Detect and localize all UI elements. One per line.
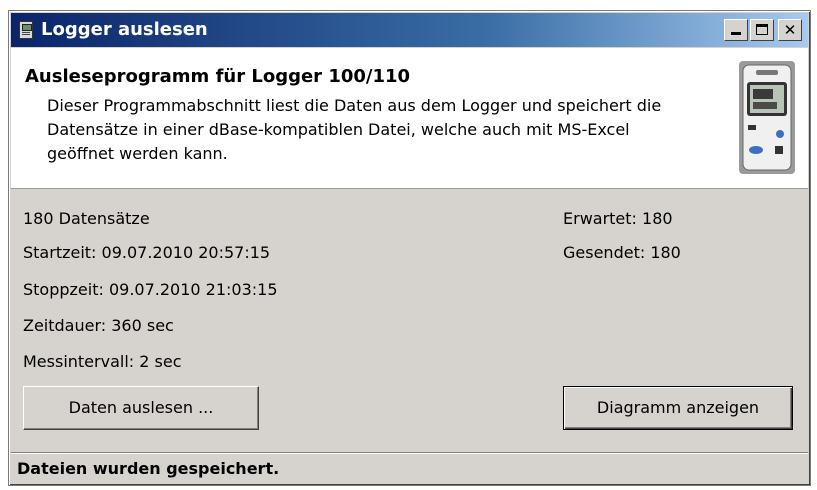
logger-device-icon [739, 61, 795, 174]
header-panel: Ausleseprogramm für Logger 100/110 Diese… [11, 48, 808, 189]
start-time: Startzeit: 09.07.2010 20:57:15 [23, 243, 271, 262]
records-count: 180 Datensätze [23, 209, 150, 228]
logger-dialog-window: Logger auslesen Ausleseprogramm für Logg… [8, 10, 811, 486]
title-bar[interactable]: Logger auslesen [11, 13, 808, 47]
duration: Zeitdauer: 360 sec [23, 316, 174, 335]
header-title: Ausleseprogramm für Logger 100/110 [25, 66, 411, 87]
maximize-icon[interactable] [750, 19, 774, 41]
window-controls [724, 19, 802, 41]
status-text: Dateien wurden gespeichert. [17, 459, 280, 478]
expected-count: Erwartet: 180 [563, 209, 673, 228]
logger-app-icon[interactable] [19, 21, 33, 39]
sent-count: Gesendet: 180 [563, 243, 681, 262]
close-icon[interactable] [778, 19, 802, 41]
read-data-button[interactable]: Daten auslesen ... [23, 386, 259, 430]
status-bar: Dateien wurden gespeichert. [11, 452, 808, 483]
minimize-icon[interactable] [724, 19, 748, 41]
window-title: Logger auslesen [41, 19, 208, 40]
stop-time: Stoppzeit: 09.07.2010 21:03:15 [23, 280, 278, 299]
measure-interval: Messintervall: 2 sec [23, 352, 182, 371]
show-chart-button[interactable]: Diagramm anzeigen [563, 386, 793, 430]
header-description: Dieser Programmabschnitt liest die Daten… [47, 96, 662, 163]
